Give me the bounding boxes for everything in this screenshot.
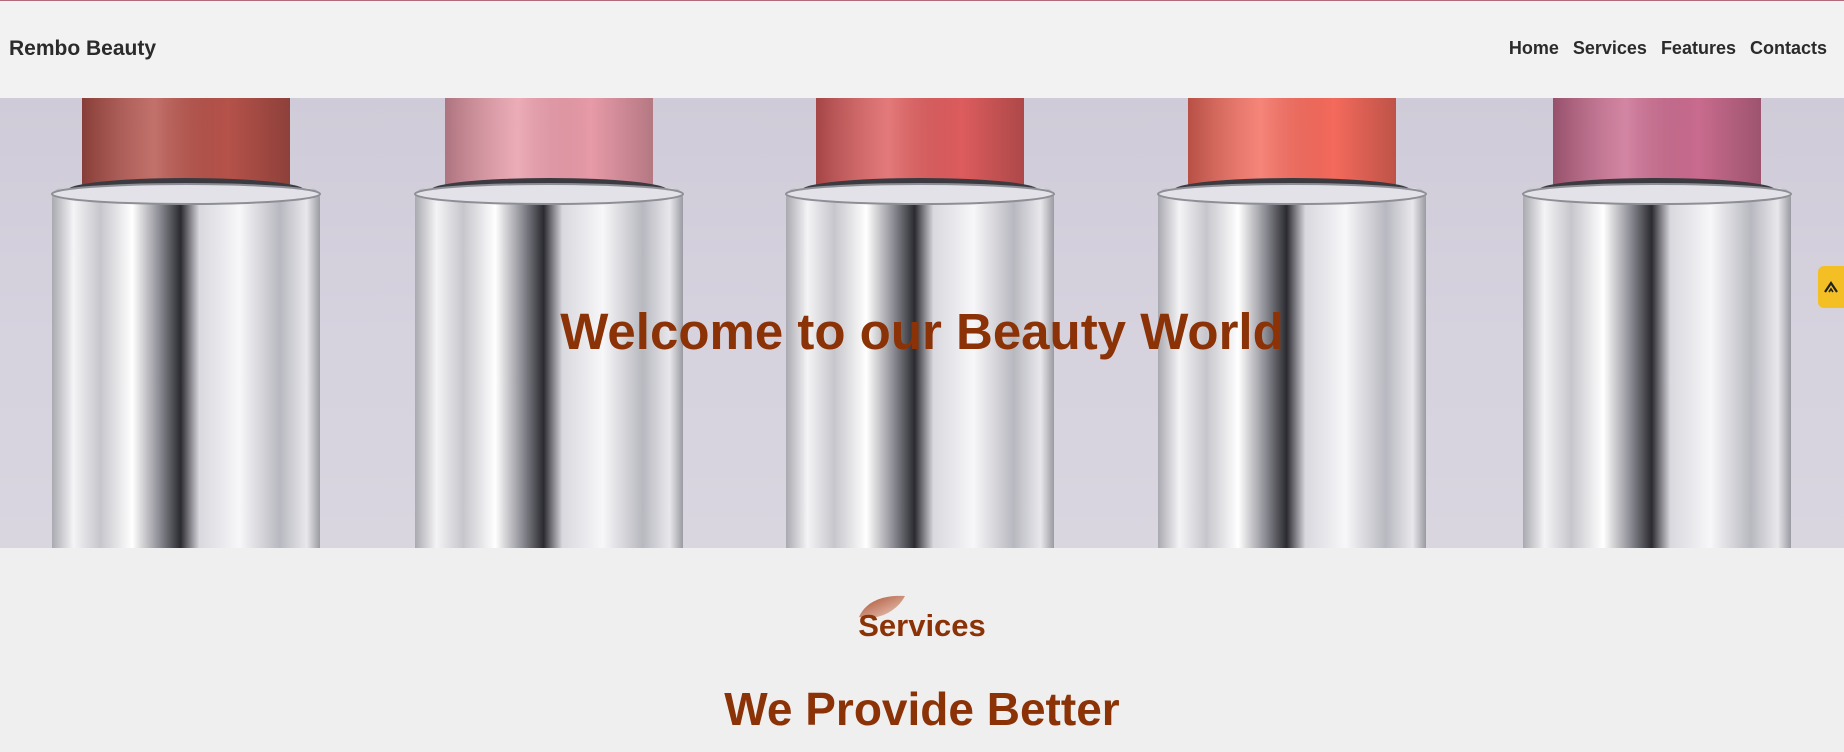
- lipstick-tube-top: [414, 183, 684, 205]
- scroll-tab[interactable]: [1818, 266, 1844, 308]
- nav-services[interactable]: Services: [1573, 38, 1647, 59]
- lipstick-tube-top: [1522, 183, 1792, 205]
- nav-home[interactable]: Home: [1509, 38, 1559, 59]
- lipstick-tube-top: [51, 183, 321, 205]
- nav-contacts[interactable]: Contacts: [1750, 38, 1827, 59]
- main-nav: Home Services Features Contacts: [1509, 38, 1827, 59]
- lipstick-tube: [415, 188, 683, 548]
- brand-logo[interactable]: Rembo Beauty: [9, 37, 156, 61]
- hero-title: Welcome to our Beauty World: [560, 303, 1284, 360]
- lipstick-tube-top: [785, 183, 1055, 205]
- site-header: Rembo Beauty Home Services Features Cont…: [0, 1, 1844, 98]
- hero-banner: Welcome to our Beauty World: [0, 98, 1844, 548]
- services-heading: We Provide Better: [724, 683, 1120, 735]
- lipstick-tube: [1523, 188, 1791, 548]
- chevron-up-icon: [1824, 281, 1838, 293]
- lipstick-tube: [1158, 188, 1426, 548]
- lipstick-tube: [786, 188, 1054, 548]
- lipstick-tube-top: [1157, 183, 1427, 205]
- services-label: Services: [858, 608, 986, 643]
- lipstick-tube: [52, 188, 320, 548]
- nav-features[interactable]: Features: [1661, 38, 1736, 59]
